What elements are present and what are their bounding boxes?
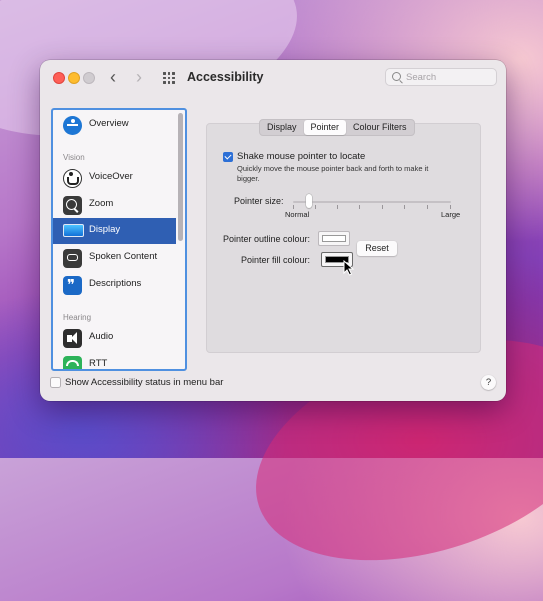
- show-status-label[interactable]: Show Accessibility status in menu bar: [65, 377, 223, 388]
- pointer-fill-colour-label: Pointer fill colour:: [241, 255, 311, 265]
- help-button[interactable]: ?: [481, 375, 496, 390]
- tab-colour-filters[interactable]: Colour Filters: [346, 120, 414, 135]
- sidebar-item-display[interactable]: Display: [53, 218, 176, 244]
- slider-tick: [427, 205, 428, 209]
- tab-pointer[interactable]: Pointer: [303, 120, 347, 135]
- sidebar-item-voiceover[interactable]: VoiceOver: [53, 165, 176, 191]
- slider-tick: [404, 205, 405, 209]
- sidebar-item-label: Overview: [89, 118, 129, 129]
- mouse-cursor-icon: [343, 260, 355, 276]
- audio-icon: [63, 329, 82, 348]
- slider-tick: [450, 205, 451, 209]
- descriptions-icon: [63, 276, 82, 295]
- search-field[interactable]: [385, 68, 497, 86]
- slider-max-label: Large: [441, 210, 461, 219]
- sidebar-item-spoken-content[interactable]: Spoken Content: [53, 245, 176, 271]
- voiceover-icon: [63, 169, 82, 188]
- search-input[interactable]: [406, 70, 491, 84]
- pointer-outline-colour-label: Pointer outline colour:: [223, 234, 311, 244]
- minimize-window-button[interactable]: [68, 72, 80, 84]
- shake-pointer-checkbox[interactable]: [223, 152, 233, 162]
- slider-min-label: Normal: [285, 210, 310, 219]
- spoken-content-icon: [63, 249, 82, 268]
- sidebar: Overview Vision VoiceOver Zoom Display S…: [51, 108, 187, 371]
- close-window-button[interactable]: [53, 72, 65, 84]
- shake-pointer-help-text: Quickly move the mouse pointer back and …: [237, 164, 429, 183]
- pointer-outline-colour-well[interactable]: [318, 231, 350, 246]
- slider-tick: [315, 205, 316, 209]
- tab-display[interactable]: Display: [260, 120, 304, 135]
- display-icon: [63, 224, 84, 237]
- sidebar-item-label: Spoken Content: [89, 251, 158, 262]
- tab-bar: Display Pointer Colour Filters: [259, 119, 415, 136]
- sidebar-item-zoom[interactable]: Zoom: [53, 192, 176, 218]
- overview-icon: [63, 116, 82, 135]
- sidebar-item-label: Descriptions: [89, 278, 142, 289]
- zoom-icon: [63, 196, 82, 215]
- reset-button[interactable]: Reset: [357, 241, 397, 256]
- slider-tick: [337, 205, 338, 209]
- slider-tick: [293, 205, 294, 209]
- slider-tick: [359, 205, 360, 209]
- show-status-checkbox[interactable]: [50, 377, 61, 388]
- title-bar: ‹ › Accessibility: [40, 60, 506, 96]
- sidebar-item-label: Audio: [89, 331, 114, 342]
- accessibility-window: ‹ › Accessibility Overview Vision VoiceO…: [40, 60, 506, 401]
- sidebar-item-label: Zoom: [89, 198, 114, 209]
- forward-button[interactable]: ›: [136, 67, 142, 87]
- sidebar-item-label: Display: [89, 224, 121, 235]
- search-icon: [392, 72, 401, 81]
- slider-tick: [382, 205, 383, 209]
- sidebar-scrollbar[interactable]: [178, 113, 183, 241]
- show-all-grid-icon[interactable]: [163, 72, 177, 84]
- sidebar-item-rtt[interactable]: RTT: [53, 352, 176, 369]
- rtt-icon: [63, 356, 82, 369]
- window-title: Accessibility: [187, 70, 264, 84]
- zoom-window-button[interactable]: [83, 72, 95, 84]
- sidebar-item-overview[interactable]: Overview: [53, 112, 176, 138]
- sidebar-header-hearing: Hearing: [63, 313, 92, 322]
- sidebar-item-label: VoiceOver: [89, 171, 133, 182]
- pointer-size-slider-knob[interactable]: [305, 194, 312, 208]
- pointer-size-slider[interactable]: [293, 201, 451, 203]
- sidebar-item-descriptions[interactable]: Descriptions: [53, 272, 176, 298]
- sidebar-header-vision: Vision: [63, 153, 85, 162]
- outline-colour-swatch: [322, 235, 346, 242]
- shake-pointer-label[interactable]: Shake mouse pointer to locate: [237, 151, 365, 162]
- sidebar-item-label: RTT: [89, 358, 108, 369]
- sidebar-item-audio[interactable]: Audio: [53, 325, 176, 351]
- pointer-size-label: Pointer size:: [234, 196, 284, 206]
- back-button[interactable]: ‹: [110, 67, 116, 87]
